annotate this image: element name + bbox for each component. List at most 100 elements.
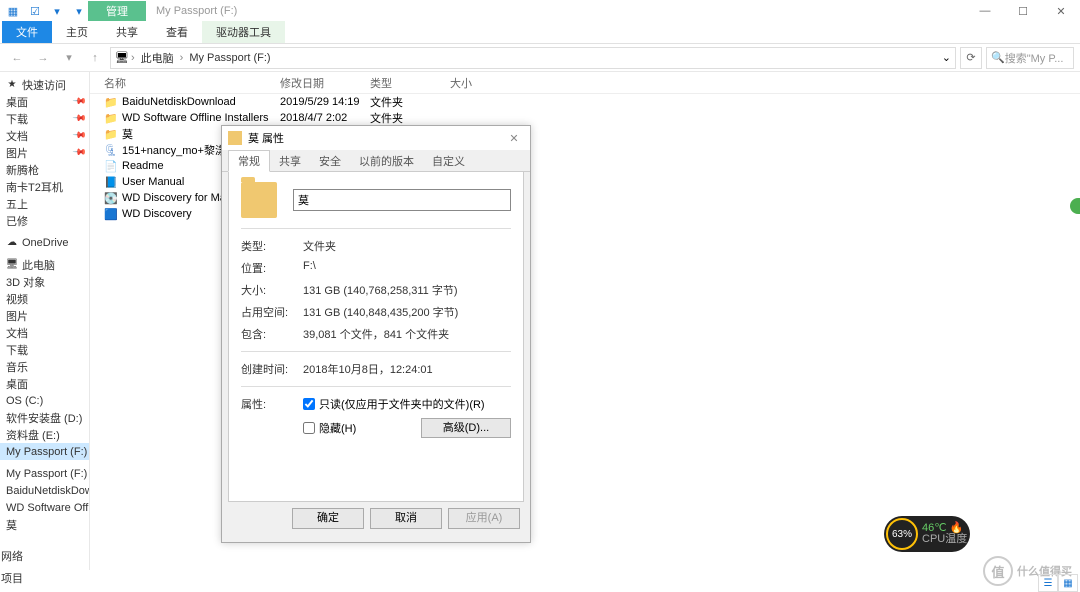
readonly-checkbox[interactable] bbox=[303, 398, 315, 410]
forward-button[interactable]: → bbox=[32, 47, 54, 69]
col-size[interactable]: 大小 bbox=[450, 75, 510, 91]
minimize-button[interactable]: — bbox=[966, 0, 1004, 22]
sidebar-item[interactable]: 音乐 bbox=[0, 358, 89, 375]
sidebar-item[interactable]: 新腾枪 bbox=[0, 161, 89, 178]
tab-previous[interactable]: 以前的版本 bbox=[350, 151, 423, 171]
sidebar-item[interactable]: 南卡T2耳机 bbox=[0, 178, 89, 195]
tab-share[interactable]: 共享 bbox=[102, 21, 152, 43]
sidebar-thispc[interactable]: 🖥此电脑 bbox=[0, 256, 89, 273]
sidebar-item[interactable]: 下载 bbox=[0, 341, 89, 358]
folder-name-input[interactable] bbox=[293, 189, 511, 211]
window-title: My Passport (F:) bbox=[146, 3, 247, 19]
dialog-close-button[interactable]: ✕ bbox=[504, 132, 524, 145]
list-item[interactable]: 📁WD Software Offline Installers2018/4/7 … bbox=[90, 110, 1080, 126]
breadcrumb[interactable]: 🖥 › 此电脑 › My Passport (F:) ⌄ bbox=[110, 47, 956, 69]
title-bar: ▦ ☑ ▾ ▾ 管理 My Passport (F:) — ☐ ✕ bbox=[0, 0, 1080, 22]
dialog-title: 莫 属性 bbox=[248, 130, 284, 146]
col-name[interactable]: 名称 bbox=[90, 75, 280, 91]
crumb-drive[interactable]: My Passport (F:) bbox=[185, 52, 274, 64]
value-size: 131 GB (140,768,258,311 字节) bbox=[303, 282, 458, 298]
folder-icon bbox=[241, 182, 277, 218]
search-placeholder: 搜索"My P... bbox=[1005, 50, 1064, 66]
sidebar-item[interactable]: 已修 bbox=[0, 212, 89, 229]
pin-icon: 📌 bbox=[72, 111, 88, 127]
label-disk: 占用空间: bbox=[241, 304, 303, 320]
sidebar-item[interactable]: 五上 bbox=[0, 195, 89, 212]
ok-button[interactable]: 确定 bbox=[292, 508, 364, 529]
search-input[interactable]: 🔍 搜索"My P... bbox=[986, 47, 1074, 69]
contextual-tab-manage[interactable]: 管理 bbox=[88, 1, 146, 21]
sidebar-item[interactable]: 3D 对象 bbox=[0, 273, 89, 290]
sidebar-item[interactable]: 下载📌 bbox=[0, 110, 89, 127]
sidebar-item[interactable]: OS (C:) bbox=[0, 392, 89, 409]
recent-dropdown[interactable]: ▾ bbox=[58, 47, 80, 69]
sidebar-item[interactable]: WD Software Offli bbox=[0, 499, 89, 516]
details-view-button[interactable]: ☰ bbox=[1038, 574, 1058, 592]
tab-file[interactable]: 文件 bbox=[2, 21, 52, 43]
list-item[interactable]: 📁BaiduNetdiskDownload2019/5/29 14:19文件夹 bbox=[90, 94, 1080, 110]
properties-icon[interactable]: ☑ bbox=[26, 2, 44, 20]
back-button[interactable]: ← bbox=[6, 47, 28, 69]
sidebar-item-current-drive[interactable]: My Passport (F:) bbox=[0, 443, 89, 460]
qat-dropdown-icon[interactable]: ▾ bbox=[70, 2, 88, 20]
folder-icon: 📁 bbox=[104, 111, 118, 125]
view-switcher: ☰ ▦ bbox=[1038, 574, 1078, 592]
sidebar-item[interactable]: 软件安装盘 (D:) bbox=[0, 409, 89, 426]
col-date[interactable]: 修改日期 bbox=[280, 75, 370, 91]
tab-customize[interactable]: 自定义 bbox=[423, 151, 474, 171]
sidebar-item[interactable]: 视频 bbox=[0, 290, 89, 307]
file-name: Readme bbox=[122, 160, 164, 172]
cpu-monitor-widget[interactable]: 63% 46℃ 🔥 CPU温度 bbox=[884, 516, 970, 552]
column-headers[interactable]: 名称 修改日期 类型 大小 bbox=[90, 72, 1080, 94]
apply-button[interactable]: 应用(A) bbox=[448, 508, 520, 529]
sidebar-project[interactable]: 项目 bbox=[1, 570, 23, 586]
sidebar-item[interactable]: 文档 bbox=[0, 324, 89, 341]
advanced-button[interactable]: 高级(D)... bbox=[421, 418, 511, 438]
cpu-percentage: 63% bbox=[886, 518, 918, 550]
tab-home[interactable]: 主页 bbox=[52, 21, 102, 43]
sidebar-item[interactable]: 资料盘 (E:) bbox=[0, 426, 89, 443]
cloud-icon: ☁ bbox=[6, 237, 18, 249]
close-button[interactable]: ✕ bbox=[1042, 0, 1080, 22]
sidebar-item[interactable]: 莫 bbox=[0, 516, 89, 533]
sidebar-item[interactable]: 文档📌 bbox=[0, 127, 89, 144]
dialog-titlebar[interactable]: 莫 属性 ✕ bbox=[222, 126, 530, 150]
sidebar-quick-access[interactable]: ★快速访问 bbox=[0, 76, 89, 93]
maximize-button[interactable]: ☐ bbox=[1004, 0, 1042, 22]
sidebar-onedrive[interactable]: ☁OneDrive bbox=[0, 234, 89, 251]
dialog-tabs: 常规 共享 安全 以前的版本 自定义 bbox=[222, 150, 530, 172]
refresh-button[interactable]: ⟳ bbox=[960, 47, 982, 69]
file-name: WD Discovery bbox=[122, 208, 192, 220]
hidden-checkbox[interactable] bbox=[303, 422, 315, 434]
tab-drive-tools[interactable]: 驱动器工具 bbox=[202, 21, 285, 43]
up-button[interactable]: ↑ bbox=[84, 47, 106, 69]
dmg-icon: 💽 bbox=[104, 191, 118, 205]
sidebar-network[interactable]: 网络 bbox=[1, 548, 23, 564]
sidebar-item[interactable]: BaiduNetdiskDow bbox=[0, 482, 89, 499]
tab-sharing[interactable]: 共享 bbox=[270, 151, 310, 171]
html-icon: 📘 bbox=[104, 175, 118, 189]
chevron-down-icon[interactable]: ⌄ bbox=[942, 51, 951, 64]
sidebar-item[interactable]: 桌面 bbox=[0, 375, 89, 392]
sidebar-drive-expand[interactable]: My Passport (F:) bbox=[0, 465, 89, 482]
label-created: 创建时间: bbox=[241, 361, 303, 377]
file-name: User Manual bbox=[122, 176, 184, 188]
chevron-right-icon[interactable]: › bbox=[180, 52, 184, 64]
col-type[interactable]: 类型 bbox=[370, 75, 450, 91]
icons-view-button[interactable]: ▦ bbox=[1058, 574, 1078, 592]
crumb-thispc[interactable]: 此电脑 bbox=[137, 50, 178, 66]
sidebar-item[interactable]: 桌面📌 bbox=[0, 93, 89, 110]
cancel-button[interactable]: 取消 bbox=[370, 508, 442, 529]
pin-icon: 📌 bbox=[72, 145, 88, 161]
sidebar-item[interactable]: 图片 bbox=[0, 307, 89, 324]
sidebar-item[interactable]: 图片📌 bbox=[0, 144, 89, 161]
tab-security[interactable]: 安全 bbox=[310, 151, 350, 171]
archive-icon: 🗜 bbox=[104, 143, 118, 157]
tab-view[interactable]: 查看 bbox=[152, 21, 202, 43]
navigation-pane[interactable]: ★快速访问 桌面📌 下载📌 文档📌 图片📌 新腾枪 南卡T2耳机 五上 已修 ☁… bbox=[0, 72, 90, 570]
side-widget[interactable] bbox=[1070, 198, 1080, 214]
chevron-right-icon[interactable]: › bbox=[131, 52, 135, 64]
new-folder-icon[interactable]: ▾ bbox=[48, 2, 66, 20]
file-date: 2019/5/29 14:19 bbox=[280, 96, 370, 108]
tab-general[interactable]: 常规 bbox=[228, 150, 270, 172]
